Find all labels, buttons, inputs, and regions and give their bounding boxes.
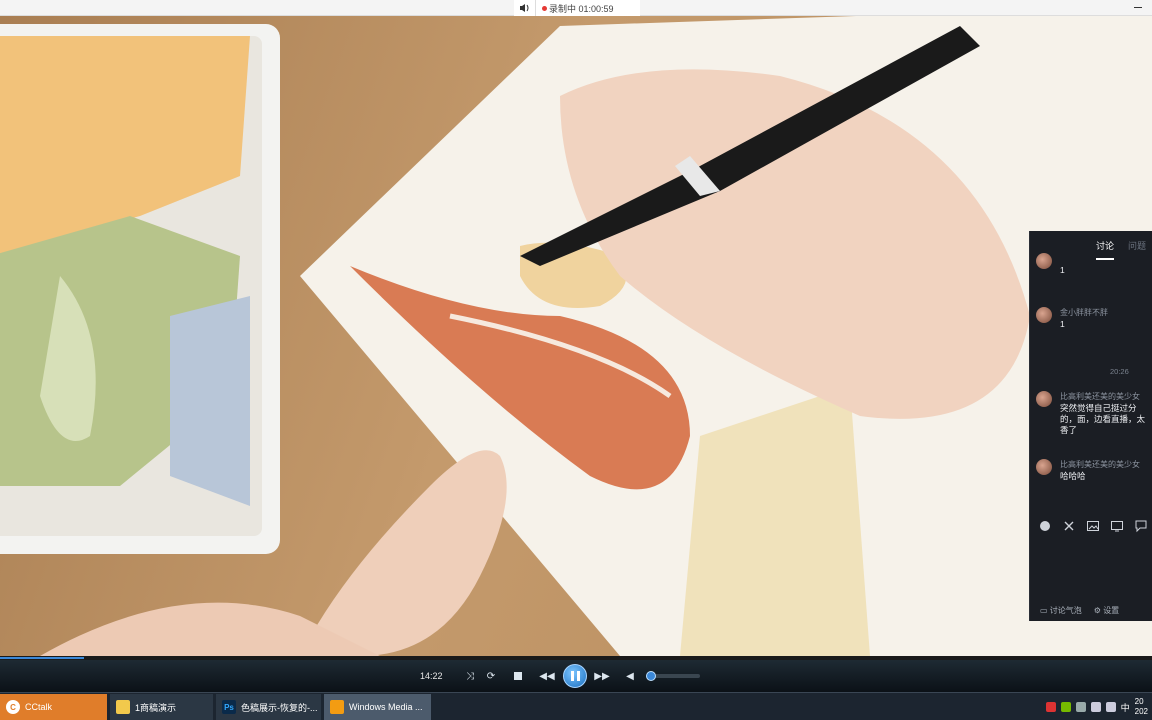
chat-author: 金小胖胖不胖 xyxy=(1060,308,1108,317)
system-tray: 中 20 202 xyxy=(1045,694,1152,720)
elapsed-time: 14:22 xyxy=(420,671,443,681)
avatar[interactable] xyxy=(1036,253,1052,269)
discussion-bubble-button[interactable]: ▭ 讨论气泡 xyxy=(1040,605,1082,616)
taskbar-item-photoshop[interactable]: Ps 色稿展示-恢复的-... xyxy=(216,694,322,720)
tab-discussion[interactable]: 讨论 xyxy=(1096,239,1115,260)
volume-icon[interactable] xyxy=(1105,702,1116,712)
mute-icon[interactable]: ◀ xyxy=(622,668,638,684)
screen: 录制中 01:00:59 14:22 ⤨ ⟳ ◀◀ ▶▶ ◀ C CCtalk … xyxy=(0,0,1152,720)
network-icon[interactable] xyxy=(1090,702,1101,712)
seek-progress xyxy=(0,657,85,659)
taskbar-item-label: 1商稿演示 xyxy=(135,702,177,713)
ime-indicator[interactable]: 中 xyxy=(1121,701,1130,714)
recording-status-text: 录制中 01:00:59 xyxy=(549,3,614,14)
record-dot-icon xyxy=(542,5,547,11)
photoshop-icon: Ps xyxy=(222,700,236,714)
nvidia-icon[interactable] xyxy=(1060,702,1071,712)
antivirus-icon[interactable] xyxy=(1045,702,1056,712)
discussion-bubble-label: 讨论气泡 xyxy=(1049,606,1082,615)
pause-button[interactable] xyxy=(563,664,587,688)
media-player-icon xyxy=(330,700,344,714)
comment-icon[interactable] xyxy=(1134,519,1148,533)
speaker-icon[interactable] xyxy=(514,0,536,16)
chat-timestamp: 20:26 xyxy=(1110,367,1129,376)
settings-button[interactable]: ⚙ 设置 xyxy=(1094,605,1119,616)
chat-text: 突然觉得自己挺过分的，面，边看直播，太香了 xyxy=(1060,403,1146,435)
clock-line1: 20 xyxy=(1134,697,1144,706)
chat-tabs: 讨论 问题 xyxy=(1096,239,1146,260)
video-image xyxy=(0,16,1152,656)
folder-icon xyxy=(116,700,130,714)
chat-text: 1 xyxy=(1060,265,1065,275)
settings-label: 设置 xyxy=(1103,606,1120,615)
image-icon[interactable] xyxy=(1086,519,1100,533)
taskbar-item-media-player[interactable]: Windows Media ... xyxy=(324,694,432,720)
stop-button[interactable] xyxy=(510,668,526,684)
avatar[interactable] xyxy=(1036,391,1052,407)
taskbar-item-label: Windows Media ... xyxy=(349,702,423,712)
taskbar: C CCtalk 1商稿演示 Ps 色稿展示-恢复的-... Windows M… xyxy=(0,692,1152,720)
shuffle-icon[interactable]: ⤨ xyxy=(462,668,478,684)
video-frame[interactable] xyxy=(0,16,1152,656)
taskbar-item-folder[interactable]: 1商稿演示 xyxy=(110,694,214,720)
chat-author: 比高利美还美的美少女 xyxy=(1060,460,1140,469)
gift-icon[interactable] xyxy=(1038,519,1052,533)
avatar[interactable] xyxy=(1036,459,1052,475)
volume-slider[interactable] xyxy=(646,671,700,681)
avatar[interactable] xyxy=(1036,307,1052,323)
recording-bar: 录制中 01:00:59 xyxy=(0,0,1152,16)
rewind-button[interactable]: ◀◀ xyxy=(539,668,555,684)
taskbar-item-label: 色稿展示-恢复的-... xyxy=(241,702,318,713)
screen-share-icon[interactable] xyxy=(1110,519,1124,533)
minimize-button[interactable] xyxy=(1134,2,1144,12)
cctalk-icon: C xyxy=(6,700,20,714)
chat-author: 比高利美还美的美少女 xyxy=(1060,392,1140,401)
taskbar-item-cctalk[interactable]: C CCtalk xyxy=(0,694,108,720)
chat-panel: 讨论 问题 1 金小胖胖不胖 1 20:26 比高利美还美的美少女 突然觉得自己… xyxy=(1029,231,1152,621)
taskbar-item-label: CCtalk xyxy=(25,702,53,712)
chat-footer: ▭ 讨论气泡 ⚙ 设置 xyxy=(1040,605,1119,616)
player-controls: 14:22 ⤨ ⟳ ◀◀ ▶▶ ◀ xyxy=(0,660,1152,692)
clock[interactable]: 20 202 xyxy=(1135,697,1148,717)
chat-toolbar xyxy=(1038,519,1148,533)
volume-knob[interactable] xyxy=(646,671,656,681)
forward-button[interactable]: ▶▶ xyxy=(594,668,610,684)
recording-status: 录制中 01:00:59 xyxy=(514,0,640,16)
scissors-icon[interactable] xyxy=(1062,519,1076,533)
tab-questions[interactable]: 问题 xyxy=(1128,239,1146,252)
repeat-icon[interactable]: ⟳ xyxy=(483,668,499,684)
chat-text: 哈哈哈 xyxy=(1060,471,1086,481)
chat-text: 1 xyxy=(1060,319,1065,329)
usb-icon[interactable] xyxy=(1075,702,1086,712)
clock-line2: 202 xyxy=(1134,707,1148,716)
